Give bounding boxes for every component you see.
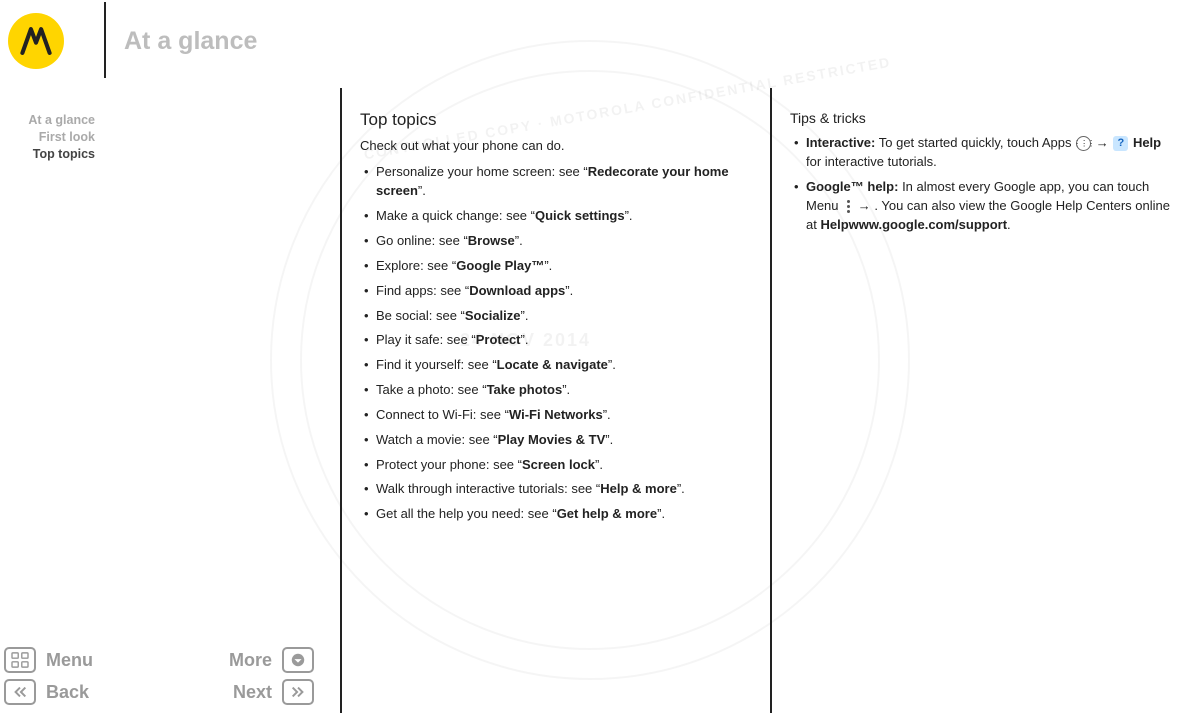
tip-lead: Interactive: — [806, 135, 875, 150]
topic-link[interactable]: Wi-Fi Networks — [509, 407, 603, 422]
motorola-m-icon — [19, 24, 53, 58]
back-label: Back — [46, 682, 89, 703]
topic-link[interactable]: Browse — [468, 233, 515, 248]
tips-bullet-list: Interactive: To get started quickly, tou… — [790, 134, 1170, 234]
more-label: More — [229, 650, 272, 671]
list-item: Find apps: see “Download apps”. — [364, 282, 750, 301]
list-item: Play it safe: see “Protect”. — [364, 331, 750, 350]
header-vertical-rule — [104, 2, 106, 78]
list-item: Explore: see “Google Play™”. — [364, 257, 750, 276]
topic-link[interactable]: Help & more — [600, 481, 677, 496]
bottom-nav: Menu More Back Next — [4, 641, 314, 705]
help-icon: ? — [1113, 136, 1128, 151]
apps-icon: ⋮⋮⋮ — [1076, 136, 1091, 151]
tips-heading: Tips & tricks — [790, 108, 1170, 128]
header: At a glance — [0, 2, 1178, 80]
list-item: Be social: see “Socialize”. — [364, 307, 750, 326]
motorola-logo — [8, 13, 64, 69]
page-title: At a glance — [124, 27, 257, 56]
list-item: Protect your phone: see “Screen lock”. — [364, 456, 750, 475]
main-bullet-list: Personalize your home screen: see “Redec… — [360, 163, 750, 524]
list-item: Walk through interactive tutorials: see … — [364, 480, 750, 499]
column-divider-right — [770, 88, 772, 713]
topic-link[interactable]: Protect — [476, 332, 521, 347]
tips-column: Tips & tricks Interactive: To get starte… — [790, 108, 1170, 241]
menu-button[interactable]: Menu — [4, 647, 93, 673]
more-button[interactable]: More — [229, 647, 314, 673]
more-down-icon — [282, 647, 314, 673]
topic-link[interactable]: Get help & more — [557, 506, 657, 521]
next-arrows-icon — [282, 679, 314, 705]
list-item: Go online: see “Browse”. — [364, 232, 750, 251]
topic-link[interactable]: Take photos — [487, 382, 563, 397]
topic-link[interactable]: Socialize — [465, 308, 521, 323]
list-item: Find it yourself: see “Locate & navigate… — [364, 356, 750, 375]
next-label: Next — [233, 682, 272, 703]
topic-link[interactable]: Play Movies & TV — [498, 432, 606, 447]
menu-grid-icon — [4, 647, 36, 673]
sidebar-item-first-look[interactable]: First look — [0, 129, 95, 146]
topic-link[interactable]: Quick settings — [535, 208, 625, 223]
support-link: www.google.com/support — [849, 217, 1007, 232]
menu-overflow-icon — [843, 199, 853, 214]
main-heading: Top topics — [360, 108, 750, 133]
list-item: Personalize your home screen: see “Redec… — [364, 163, 750, 201]
topic-link[interactable]: Locate & navigate — [497, 357, 608, 372]
list-item: Connect to Wi-Fi: see “Wi-Fi Networks”. — [364, 406, 750, 425]
list-item: Interactive: To get started quickly, tou… — [794, 134, 1170, 172]
main-column: Top topics Check out what your phone can… — [360, 108, 750, 530]
list-item: Google™ help: In almost every Google app… — [794, 178, 1170, 235]
main-intro: Check out what your phone can do. — [360, 137, 750, 156]
topic-link[interactable]: Google Play™ — [456, 258, 544, 273]
topic-link[interactable]: Download apps — [469, 283, 565, 298]
list-item: Make a quick change: see “Quick settings… — [364, 207, 750, 226]
topic-link[interactable]: Screen lock — [522, 457, 595, 472]
list-item: Get all the help you need: see “Get help… — [364, 505, 750, 524]
sidebar-nav: At a glance First look Top topics — [0, 112, 95, 163]
next-button[interactable]: Next — [233, 679, 314, 705]
sidebar-item-at-a-glance[interactable]: At a glance — [0, 112, 95, 129]
list-item: Take a photo: see “Take photos”. — [364, 381, 750, 400]
back-arrows-icon — [4, 679, 36, 705]
tip-lead: Google™ help: — [806, 179, 898, 194]
menu-label: Menu — [46, 650, 93, 671]
sidebar-item-top-topics[interactable]: Top topics — [0, 146, 95, 163]
column-divider-left — [340, 88, 342, 713]
list-item: Watch a movie: see “Play Movies & TV”. — [364, 431, 750, 450]
back-button[interactable]: Back — [4, 679, 89, 705]
